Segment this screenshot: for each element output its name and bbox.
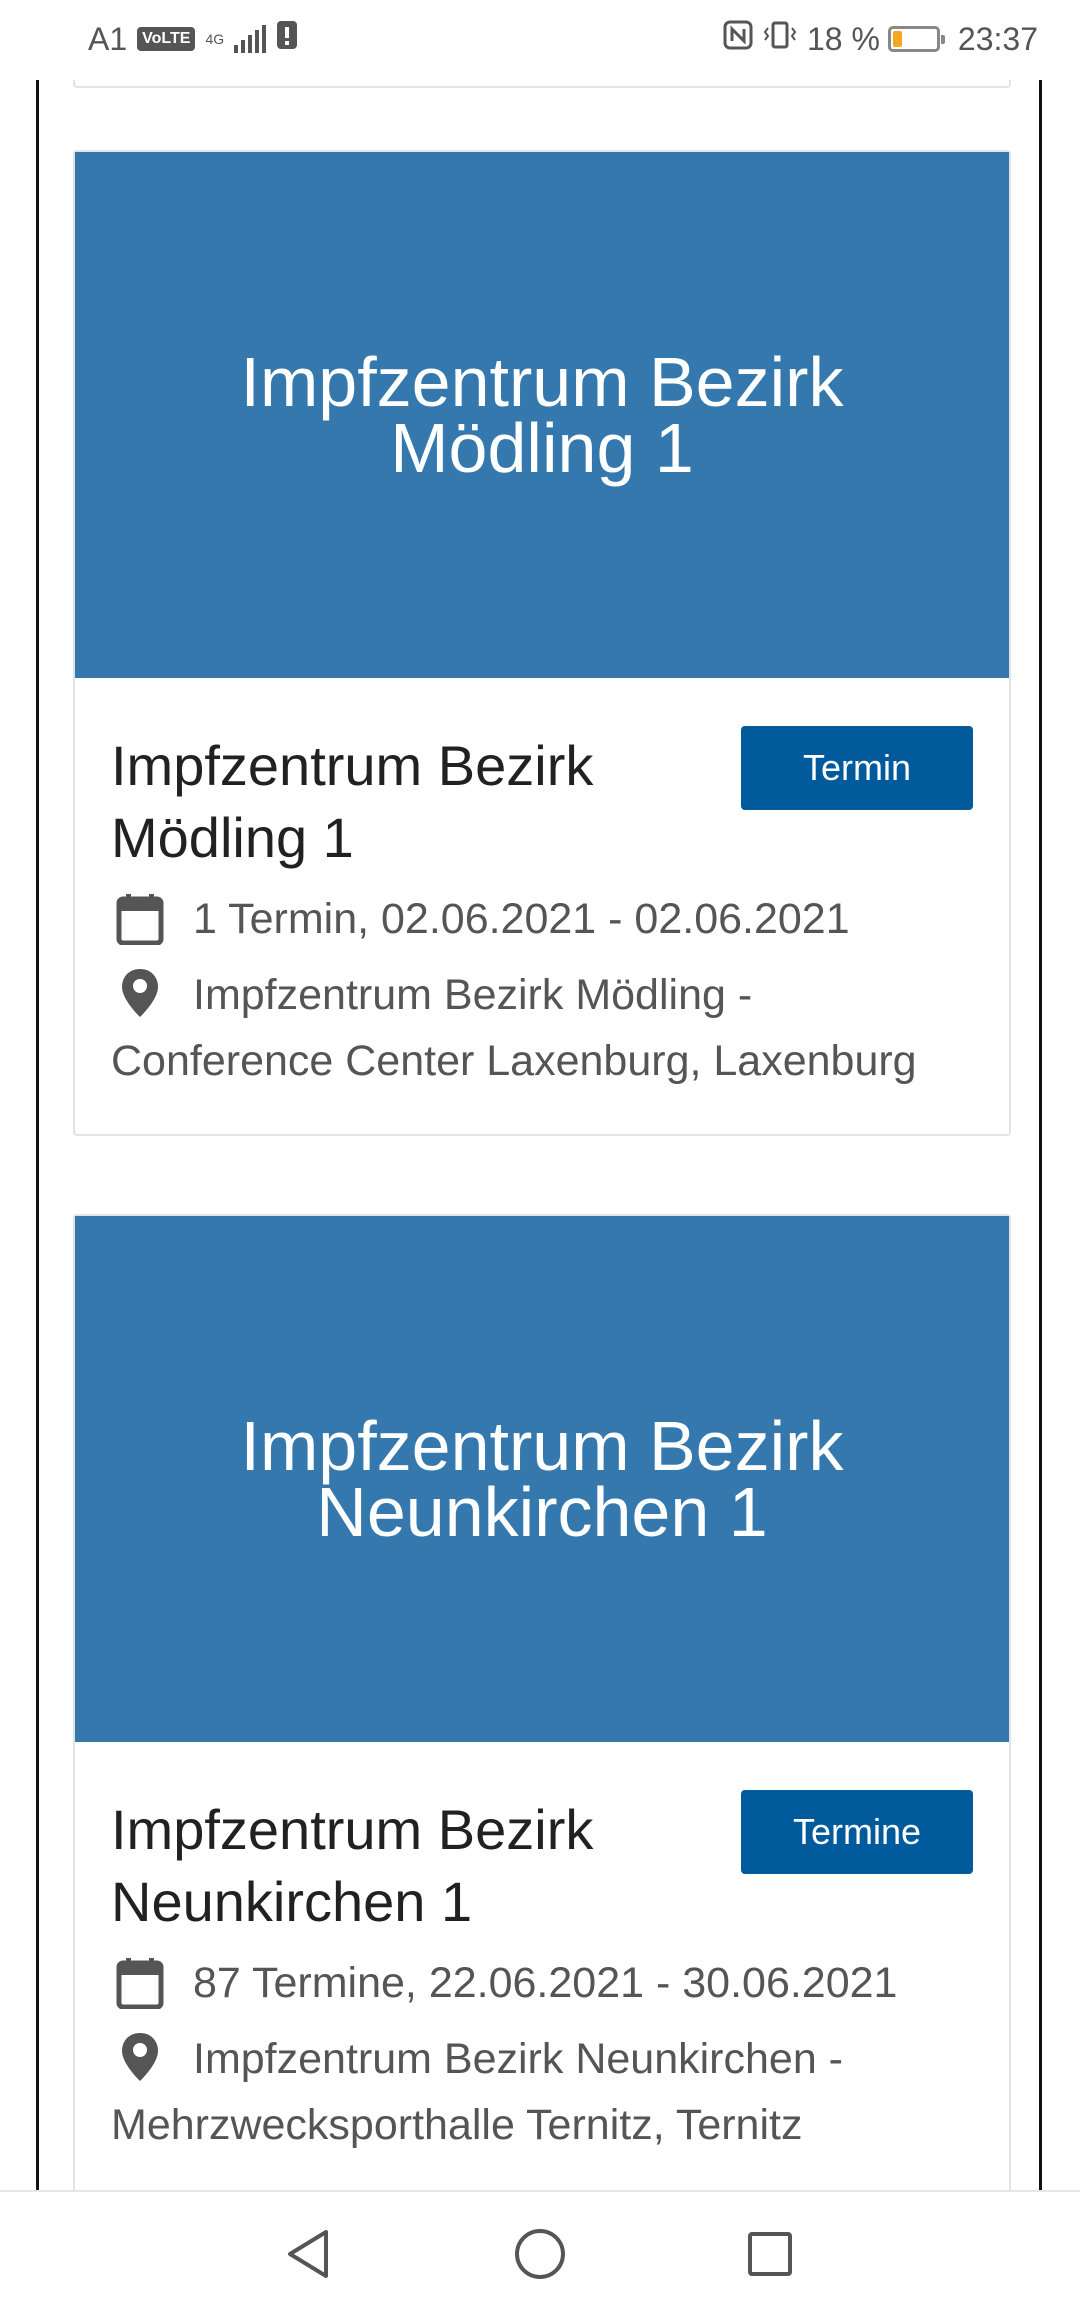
location-text: Impfzentrum Bezirk Neunkirchen - Mehrzwe…: [111, 2035, 843, 2149]
card-body: Impfzentrum Bezirk Mödling 1 Termin 1 Te…: [75, 678, 1009, 1134]
calendar-icon: [111, 1954, 169, 2012]
date-row: 87 Termine, 22.06.2021 - 30.06.2021: [111, 1950, 973, 2016]
status-left: A1 VoLTE 4G: [88, 20, 298, 58]
battery-icon: [887, 26, 945, 52]
card-hero-banner: Impfzentrum Bezirk Mödling 1: [75, 152, 1009, 678]
previous-card-edge: [73, 80, 1011, 88]
status-right: 18 % 23:37: [723, 20, 1038, 58]
vibrate-icon: [761, 20, 799, 58]
clock: 23:37: [957, 20, 1038, 57]
recents-square-icon[interactable]: [740, 2224, 800, 2284]
card-hero-title: Impfzentrum Bezirk Neunkirchen 1: [240, 1407, 844, 1551]
location-row: Impfzentrum Bezirk Mödling - Conference …: [111, 962, 973, 1094]
carrier-name: A1: [88, 20, 128, 57]
location-row: Impfzentrum Bezirk Neunkirchen - Mehrzwe…: [111, 2026, 973, 2158]
nfc-icon: [723, 20, 753, 58]
web-page[interactable]: Impfzentrum Bezirk Mödling 1 Impfzentrum…: [36, 80, 1042, 2190]
battery-percent: 18 %: [806, 20, 880, 57]
vaccination-center-card: Impfzentrum Bezirk Mödling 1 Impfzentrum…: [73, 150, 1011, 1136]
signal-icon: [234, 25, 267, 53]
home-circle-icon[interactable]: [510, 2224, 570, 2284]
termin-button[interactable]: Termin: [741, 726, 973, 810]
card-hero-title: Impfzentrum Bezirk Mödling 1: [240, 343, 844, 487]
date-range-text: 1 Termin, 02.06.2021 - 02.06.2021: [193, 895, 850, 943]
network-type: 4G: [205, 31, 225, 47]
location-text: Impfzentrum Bezirk Mödling - Conference …: [111, 971, 917, 1085]
date-row: 1 Termin, 02.06.2021 - 02.06.2021: [111, 886, 973, 952]
vaccination-center-card: Impfzentrum Bezirk Neunkirchen 1 Impfzen…: [73, 1214, 1011, 2190]
navigation-bar: [0, 2190, 1080, 2312]
card-hero-banner: Impfzentrum Bezirk Neunkirchen 1: [75, 1216, 1009, 1742]
location-pin-icon: [111, 964, 169, 1022]
date-range-text: 87 Termine, 22.06.2021 - 30.06.2021: [193, 1959, 898, 2007]
termine-button[interactable]: Termine: [741, 1790, 973, 1874]
location-pin-icon: [111, 2028, 169, 2086]
card-title: Impfzentrum Bezirk Neunkirchen 1: [111, 1798, 594, 1933]
calendar-icon: [111, 890, 169, 948]
alert-icon: [276, 20, 298, 58]
card-title: Impfzentrum Bezirk Mödling 1: [111, 734, 594, 869]
status-bar: A1 VoLTE 4G 18 % 23:37: [0, 0, 1080, 80]
card-body: Impfzentrum Bezirk Neunkirchen 1 Termine…: [75, 1742, 1009, 2190]
back-triangle-icon[interactable]: [278, 2224, 338, 2284]
volte-icon: VoLTE: [137, 27, 196, 51]
